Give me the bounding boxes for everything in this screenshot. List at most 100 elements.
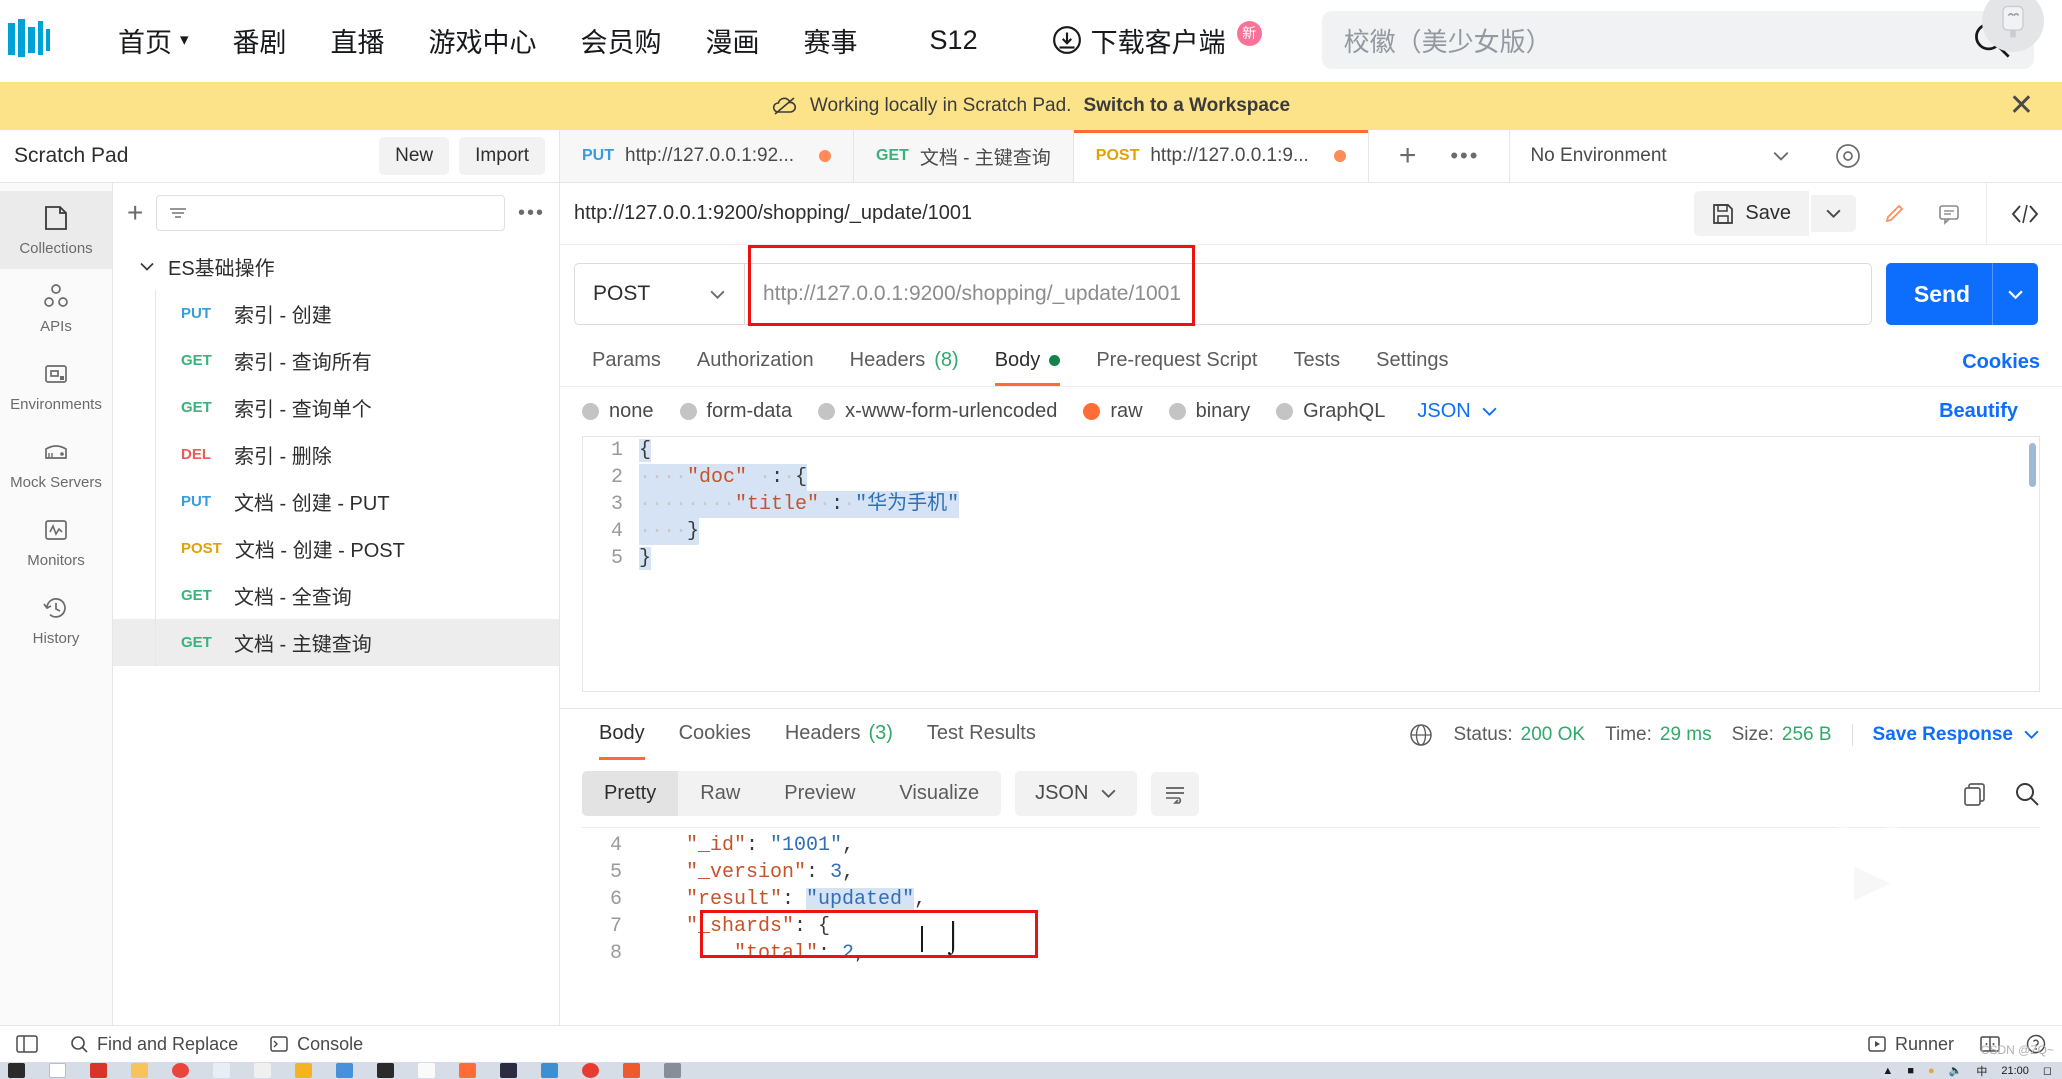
taskbar-icon-idea[interactable] — [500, 1063, 517, 1078]
nav-item-0[interactable]: 首页 ▾ — [96, 21, 211, 60]
sidebar-item-collections[interactable]: Collections — [0, 191, 112, 269]
eye-icon[interactable] — [1810, 130, 1886, 182]
body-type-binary[interactable]: binary — [1168, 400, 1250, 423]
nav-item-7[interactable]: S12 — [880, 25, 1000, 56]
tree-request-1[interactable]: GET 索引 - 查询所有 — [113, 337, 559, 384]
taskbar-icon-start[interactable] — [8, 1063, 25, 1078]
tree-request-6[interactable]: GET 文档 - 全查询 — [113, 572, 559, 619]
banner-close-icon[interactable]: ✕ — [2009, 91, 2034, 121]
tab-settings[interactable]: Settings — [1358, 337, 1466, 386]
tray-chevron-up-icon[interactable]: ▲ — [1882, 1065, 1893, 1077]
taskbar-icon-explorer[interactable] — [131, 1063, 148, 1078]
response-tab-headers[interactable]: Headers (3) — [768, 709, 910, 760]
taskbar-icon-terminal[interactable] — [377, 1063, 394, 1078]
bilibili-logo-icon[interactable] — [4, 17, 60, 63]
sidebar-item-history[interactable]: History — [0, 581, 112, 659]
body-type-none[interactable]: none — [582, 400, 654, 423]
search-icon[interactable] — [2014, 781, 2040, 807]
sidebar-item-mock-servers[interactable]: Mock Servers — [0, 425, 112, 503]
nav-item-6[interactable]: 赛事 — [782, 21, 880, 60]
tab-tests[interactable]: Tests — [1275, 337, 1358, 386]
http-method-select[interactable]: POST — [574, 263, 744, 325]
tab-authorization[interactable]: Authorization — [679, 337, 832, 386]
nav-item-1[interactable]: 番剧 — [211, 21, 309, 60]
taskbar-icon-app-gray[interactable] — [664, 1063, 681, 1078]
beautify-button[interactable]: Beautify — [1939, 400, 2018, 423]
tray-notification-icon[interactable]: ◻ — [2043, 1064, 2052, 1077]
tray-volume-icon[interactable]: 🔈 — [1949, 1064, 1963, 1077]
search-input[interactable]: 校徽（美少女版） — [1321, 11, 2034, 69]
tree-request-2[interactable]: GET 索引 - 查询单个 — [113, 384, 559, 431]
editor-scrollbar[interactable] — [2029, 443, 2036, 487]
cookies-link[interactable]: Cookies — [1954, 339, 2048, 386]
request-tab-0[interactable]: PUT http://127.0.0.1:92... — [560, 130, 855, 182]
taskbar-icon-navicat[interactable] — [541, 1063, 558, 1078]
url-input[interactable]: http://127.0.0.1:9200/shopping/_update/1… — [744, 263, 1872, 325]
sidebar-item-monitors[interactable]: Monitors — [0, 503, 112, 581]
send-button[interactable]: Send — [1886, 263, 2038, 325]
console-button[interactable]: Console — [270, 1034, 363, 1055]
body-type-graphql[interactable]: GraphQL — [1276, 400, 1385, 423]
request-tab-1[interactable]: GET 文档 - 主键查询 — [854, 130, 1074, 182]
taskbar-icon-notes[interactable] — [254, 1063, 271, 1078]
more-horizontal-icon[interactable]: ••• — [518, 202, 545, 225]
taskbar-icon-folder-blue[interactable] — [336, 1063, 353, 1078]
tray-app-icon[interactable]: ● — [1928, 1065, 1935, 1077]
body-type-raw[interactable]: raw — [1083, 400, 1143, 423]
taskbar-icon-app-white[interactable] — [418, 1063, 435, 1078]
response-tab-body[interactable]: Body — [582, 709, 662, 760]
nav-item-5[interactable]: 漫画 — [684, 21, 782, 60]
plus-icon[interactable]: + — [1399, 141, 1417, 171]
sidebar-item-environments[interactable]: Environments — [0, 347, 112, 425]
tree-request-5[interactable]: POST 文档 - 创建 - POST — [113, 525, 559, 572]
tree-request-7[interactable]: GET 文档 - 主键查询 — [113, 619, 559, 666]
taskbar-icon-app-orange[interactable] — [623, 1063, 640, 1078]
taskbar-icon-opera[interactable] — [582, 1063, 599, 1078]
import-button[interactable]: Import — [459, 137, 545, 175]
send-options-caret-icon[interactable] — [1992, 263, 2038, 325]
tree-request-4[interactable]: PUT 文档 - 创建 - PUT — [113, 478, 559, 525]
taskbar-icon-search[interactable] — [49, 1063, 66, 1078]
response-tab-cookies[interactable]: Cookies — [662, 709, 768, 760]
plus-icon[interactable]: + — [127, 199, 143, 227]
comment-icon[interactable] — [1922, 191, 1976, 237]
switch-to-workspace-link[interactable]: Switch to a Workspace — [1083, 95, 1290, 117]
request-body-editor[interactable]: 1 { 2 ····"doc" ·:·{ 3 ········"title"·:… — [582, 436, 2040, 692]
format-visualize[interactable]: Visualize — [877, 771, 1001, 816]
tray-battery-icon[interactable]: ■ — [1907, 1065, 1914, 1077]
format-preview[interactable]: Preview — [762, 771, 877, 816]
tab-params[interactable]: Params — [574, 337, 679, 386]
word-wrap-icon[interactable] — [1151, 771, 1200, 816]
copy-icon[interactable] — [1962, 781, 1988, 807]
download-client-button[interactable]: 下载客户端 新 — [1052, 20, 1262, 60]
taskbar-icon-typora[interactable] — [213, 1063, 230, 1078]
sidebar-item-apis[interactable]: APIs — [0, 269, 112, 347]
format-raw[interactable]: Raw — [678, 771, 762, 816]
taskbar-icon-postman[interactable] — [459, 1063, 476, 1078]
taskbar-icon-wps[interactable] — [90, 1063, 107, 1078]
runner-button[interactable]: Runner — [1868, 1034, 1954, 1055]
pencil-icon[interactable] — [1868, 191, 1922, 237]
save-response-button[interactable]: Save Response — [1851, 723, 2040, 746]
new-button[interactable]: New — [379, 137, 450, 175]
request-tab-2[interactable]: POST http://127.0.0.1:9... — [1073, 130, 1369, 182]
tree-request-3[interactable]: DEL 索引 - 删除 — [113, 431, 559, 478]
nav-item-3[interactable]: 游戏中心 — [407, 21, 559, 60]
body-type-urlencoded[interactable]: x-www-form-urlencoded — [818, 400, 1057, 423]
tray-language-indicator[interactable]: 中 — [1976, 1063, 1987, 1079]
tab-headers[interactable]: Headers (8) — [832, 337, 977, 386]
more-horizontal-icon[interactable]: ••• — [1450, 143, 1479, 169]
response-tab-test-results[interactable]: Test Results — [910, 709, 1053, 760]
code-brackets-icon[interactable] — [1986, 183, 2062, 244]
save-options-caret-icon[interactable] — [1811, 195, 1856, 232]
response-body-editor[interactable]: 4 "_id": "1001", 5 "_version": 3, 6 "res… — [582, 827, 2040, 1025]
filter-input[interactable] — [156, 195, 505, 231]
taskbar-icon-app-yellow[interactable] — [295, 1063, 312, 1078]
find-and-replace-button[interactable]: Find and Replace — [70, 1034, 238, 1055]
sidebar-toggle-icon[interactable] — [16, 1035, 38, 1053]
taskbar-icon-chrome[interactable] — [172, 1063, 189, 1078]
collection-root-es[interactable]: ES基础操作 — [113, 243, 559, 290]
nav-item-2[interactable]: 直播 — [309, 21, 407, 60]
response-content-type-select[interactable]: JSON — [1015, 771, 1138, 816]
format-pretty[interactable]: Pretty — [582, 771, 679, 816]
